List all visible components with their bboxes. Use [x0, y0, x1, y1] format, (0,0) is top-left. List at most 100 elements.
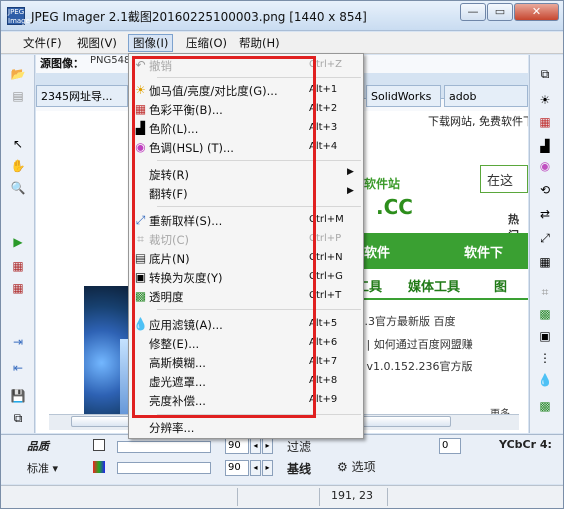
- menu-separator: [157, 77, 361, 78]
- source-path: PNG548: [90, 55, 131, 66]
- paste-icon[interactable]: ▤: [9, 87, 27, 105]
- quality-value[interactable]: 90: [225, 438, 249, 454]
- import-icon[interactable]: ⇥: [9, 333, 27, 351]
- menu-separator: [157, 414, 361, 415]
- histogram-icon[interactable]: ▟: [536, 137, 554, 155]
- quality-slider[interactable]: [117, 441, 211, 453]
- logo-cc: .CC: [376, 195, 413, 219]
- gray-swatch-icon: [93, 439, 105, 451]
- undo-icon: ↶: [135, 58, 146, 72]
- ycbcr-label: YCbCr 4:: [499, 438, 552, 451]
- sharpen-icon[interactable]: ⋮: [536, 349, 554, 367]
- sub-nav-image: 图: [494, 280, 508, 295]
- status-divider: [387, 488, 388, 506]
- app-icon: JPEG Imager: [7, 7, 33, 25]
- brightness-icon[interactable]: ☀: [536, 91, 554, 109]
- logo-text: 软件站: [364, 177, 401, 191]
- crop-icon: ⌗: [137, 232, 144, 246]
- flip-icon[interactable]: ⇄: [536, 205, 554, 223]
- spin-right-icon[interactable]: ▸: [262, 460, 273, 476]
- menu-file[interactable]: 文件(F): [19, 34, 66, 52]
- zoom-icon[interactable]: 🔍: [9, 179, 27, 197]
- minimize-button[interactable]: —: [460, 3, 486, 21]
- color-balance-icon[interactable]: ▦: [536, 113, 554, 131]
- save-icon[interactable]: 💾: [9, 387, 27, 405]
- standard-dropdown[interactable]: 标准 ▾: [27, 460, 58, 476]
- compression-panel: [1, 434, 563, 484]
- close-button[interactable]: ✕: [514, 3, 559, 21]
- menu-image[interactable]: 图像(I): [128, 34, 174, 52]
- menu-rotate[interactable]: 旋转(R) ▶: [129, 165, 363, 184]
- convert-icon[interactable]: ▦: [9, 257, 27, 275]
- drop-icon[interactable]: 💧: [536, 371, 554, 389]
- left-toolbar: 📂 ▤ ↖ ✋ 🔍 ▶ ▦ ▦ ⇥ ⇤ 💾 ⧉: [1, 55, 35, 433]
- status-divider: [319, 488, 320, 506]
- browser-tab-solidworks: SolidWorks ...: [366, 85, 441, 125]
- color-swatch-icon: [93, 461, 105, 473]
- menu-help[interactable]: 帮助(H): [235, 34, 284, 52]
- copy-icon[interactable]: ⧉: [9, 409, 27, 427]
- menu-crop[interactable]: ⌗ 裁切(C) Ctrl+P: [129, 230, 363, 249]
- menu-undo[interactable]: ↶ 撤销 Ctrl+Z: [129, 56, 363, 75]
- hand-icon[interactable]: ✋: [9, 157, 27, 175]
- export-icon[interactable]: ⇤: [9, 359, 27, 377]
- grayscale-icon: ▣: [134, 270, 147, 284]
- hue-icon[interactable]: ◉: [536, 157, 554, 175]
- image-menu-dropdown: ↶ 撤销 Ctrl+Z ☀ 伽马值/亮度/对比度(G)... Alt+1 ▦ 色彩平衡(B…: [128, 53, 364, 439]
- menu-gaussian-blur[interactable]: 高斯模糊... Alt+7: [129, 353, 363, 372]
- menu-trim[interactable]: 修整(E)... Alt+6: [129, 334, 363, 353]
- hue-icon: ◉: [135, 140, 146, 154]
- grayscale-icon[interactable]: ▣: [536, 327, 554, 345]
- menu-view[interactable]: 视图(V): [73, 34, 121, 52]
- status-divider: [237, 488, 238, 506]
- title-bar: JPEG Imager JPEG Imager 2.1截图20160225100…: [1, 1, 563, 31]
- spin-left-icon[interactable]: ◂: [250, 460, 261, 476]
- right-toolbar: ⧉ ☀ ▦ ▟ ◉ ⟲ ⇄ ⤢ ▦ ⌗ ▩ ▣ ⋮ 💧 ▩: [529, 55, 563, 433]
- window-title: JPEG Imager 2.1截图20160225100003.png [144…: [31, 10, 367, 24]
- menu-gamma[interactable]: ☀ 伽马值/亮度/对比度(G)... Alt+1: [129, 81, 363, 100]
- options-button[interactable]: ⚙ 选项: [337, 458, 376, 475]
- status-bar: [1, 485, 563, 508]
- search-box: 在这: [480, 165, 528, 193]
- menu-resolution[interactable]: 分辨率...: [129, 418, 363, 437]
- chevron-down-icon: ▾: [52, 462, 59, 475]
- crop-icon[interactable]: ⌗: [536, 283, 554, 301]
- standard-label: 标准: [27, 462, 49, 475]
- menu-resample[interactable]: ⤢ 重新取样(S)... Ctrl+M: [129, 211, 363, 230]
- source-label: 源图像：: [40, 57, 84, 70]
- menu-apply-filter[interactable]: 💧 应用滤镜(A)... Alt+5: [129, 315, 363, 334]
- menu-brightness-compensation[interactable]: 亮度补偿... Alt+9: [129, 391, 363, 410]
- menu-hue[interactable]: ◉ 色调(HSL) (T)... Alt+4: [129, 138, 363, 157]
- menu-transparency[interactable]: ▩ 透明度 Ctrl+T: [129, 287, 363, 306]
- maximize-button[interactable]: ▭: [487, 3, 513, 21]
- gamma-icon: ☀: [135, 83, 146, 97]
- zero-input[interactable]: 0: [439, 438, 461, 454]
- window-icon[interactable]: ⧉: [536, 65, 554, 83]
- resample-icon[interactable]: ⤢: [536, 229, 554, 247]
- spin-left-icon[interactable]: ◂: [250, 438, 261, 454]
- spin-right-icon[interactable]: ▸: [262, 438, 273, 454]
- menu-negative[interactable]: ▤ 底片(N) Ctrl+N: [129, 249, 363, 268]
- standard-slider[interactable]: [117, 462, 211, 474]
- pointer-icon[interactable]: ↖: [9, 135, 27, 153]
- play-icon[interactable]: ▶: [9, 233, 27, 251]
- menu-color-balance[interactable]: ▦ 色彩平衡(B)... Alt+2: [129, 100, 363, 119]
- menu-flip[interactable]: 翻转(F) ▶: [129, 184, 363, 203]
- negative-icon[interactable]: ▩: [536, 305, 554, 323]
- menu-unsharp-mask[interactable]: 虚光遮罩... Alt+8: [129, 372, 363, 391]
- menu-compress[interactable]: 压缩(O): [182, 34, 231, 52]
- transparency-icon[interactable]: ▩: [536, 397, 554, 415]
- baseline-dropdown[interactable]: 基线: [287, 460, 311, 477]
- color-balance-icon: ▦: [134, 102, 147, 116]
- grid-icon[interactable]: ▦: [536, 253, 554, 271]
- convert2-icon[interactable]: ▦: [9, 279, 27, 297]
- menu-levels[interactable]: ▟ 色阶(L)... Alt+3: [129, 119, 363, 138]
- menu-grayscale[interactable]: ▣ 转换为灰度(Y) Ctrl+G: [129, 268, 363, 287]
- open-folder-icon[interactable]: 📂: [9, 65, 27, 83]
- browser-tab-adobe: adob: [444, 85, 528, 107]
- standard-value[interactable]: 90: [225, 460, 249, 476]
- app-window: JPEG Imager JPEG Imager 2.1截图20160225100…: [0, 0, 564, 509]
- rotate-icon[interactable]: ⟲: [536, 181, 554, 199]
- filter-icon: 💧: [133, 317, 148, 331]
- quality-label: 品质: [27, 440, 49, 453]
